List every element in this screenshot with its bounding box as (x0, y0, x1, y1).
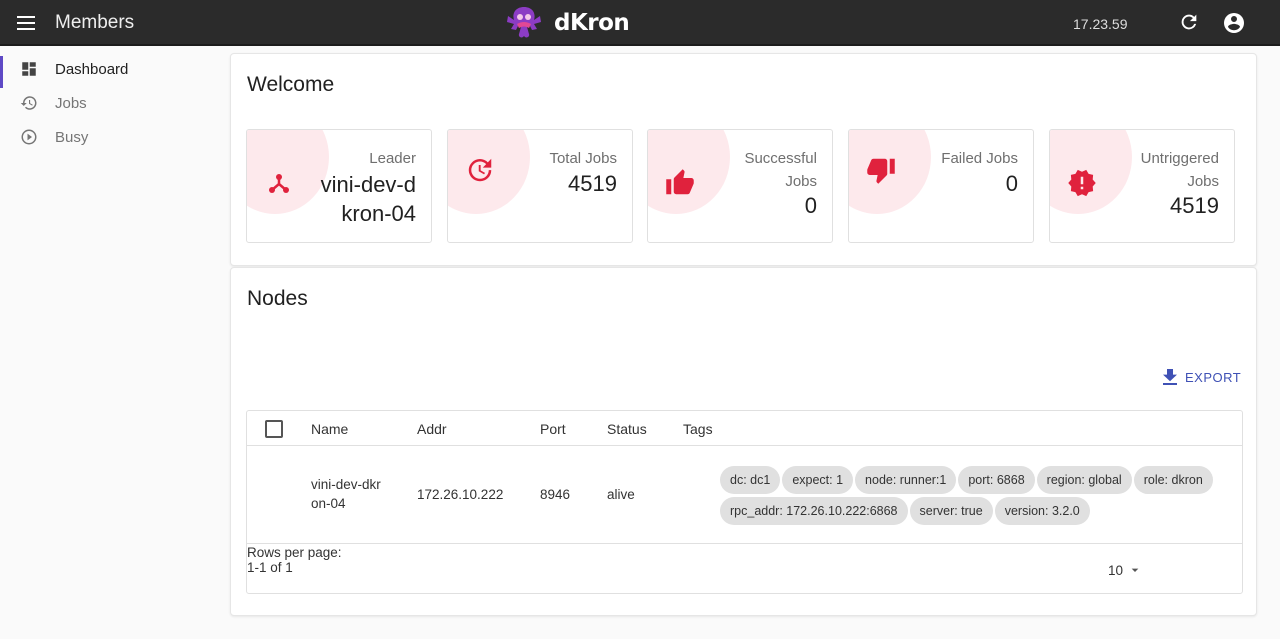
update-clock-icon (465, 155, 495, 185)
logo: dKron (504, 2, 630, 44)
tag-chip: dc: dc1 (720, 466, 781, 494)
stat-label: Failed Jobs (941, 150, 1018, 167)
logo-text: dKron (554, 10, 630, 36)
app-bar: Members dKron 17.23.59 (0, 0, 1280, 46)
pagination-range: 1-1 of 1 (247, 560, 293, 575)
welcome-title: Welcome (247, 73, 335, 96)
tag-chip: role: dkron (1133, 466, 1213, 494)
nodes-title: Nodes (247, 287, 308, 310)
tag-chip: region: global (1036, 466, 1132, 494)
stat-card-untriggered-jobs: Untriggered Jobs 4519 (1049, 129, 1235, 243)
stat-label: Successful Jobs (744, 150, 817, 190)
column-header-addr[interactable]: Addr (417, 421, 447, 437)
history-icon (20, 94, 38, 112)
column-header-port[interactable]: Port (540, 421, 566, 437)
dashboard-icon (20, 60, 38, 78)
dkron-octopus-icon (507, 7, 541, 38)
sidebar: Dashboard Jobs Busy (0, 48, 215, 154)
thumb-down-icon (866, 155, 896, 185)
node-status: alive (607, 487, 635, 502)
thumb-up-icon (665, 168, 695, 198)
tag-chip: node: runner:1 (855, 466, 957, 494)
node-tags: dc: dc1 expect: 1 node: runner:1 port: 6… (720, 466, 1235, 525)
download-icon (1163, 369, 1177, 385)
play-circle-icon (20, 128, 38, 146)
rows-per-page-select[interactable]: 10 (1108, 562, 1143, 578)
table-header: Name Addr Port Status Tags (247, 411, 1242, 446)
page-title: Members (55, 12, 135, 33)
hamburger-menu-icon[interactable] (14, 12, 38, 34)
nodes-panel: Nodes EXPORT Name Addr Port Status Tags … (230, 267, 1257, 616)
account-circle-icon[interactable] (1222, 11, 1244, 33)
leader-branch-icon (264, 168, 294, 198)
sidebar-item-label: Dashboard (55, 60, 129, 78)
node-port: 8946 (540, 487, 571, 502)
stat-value: 4519 (568, 171, 617, 196)
tag-chip: rpc_addr: 172.26.10.222:6868 (720, 497, 908, 525)
node-addr: 172.26.10.222 (417, 487, 504, 502)
stat-card-total-jobs: Total Jobs 4519 (447, 129, 633, 243)
select-all-checkbox[interactable] (265, 420, 283, 438)
tag-chip: server: true (909, 497, 993, 525)
tag-chip: expect: 1 (782, 466, 854, 494)
export-label: EXPORT (1185, 369, 1242, 385)
stat-label: Untriggered Jobs (1140, 150, 1219, 190)
sidebar-item-label: Busy (55, 128, 89, 146)
tag-chip: version: 3.2.0 (994, 497, 1090, 525)
stat-value: 0 (804, 193, 817, 218)
stat-label: Total Jobs (549, 150, 617, 167)
column-header-status[interactable]: Status (607, 421, 647, 437)
table-row[interactable]: vini-dev-dkron-04 172.26.10.222 8946 ali… (247, 447, 1242, 544)
rows-per-page-value: 10 (1108, 562, 1124, 578)
alert-badge-icon (1067, 168, 1097, 198)
tag-chip: port: 6868 (958, 466, 1035, 494)
sidebar-item-busy[interactable]: Busy (0, 120, 215, 154)
column-header-name[interactable]: Name (311, 421, 348, 437)
clock: 17.23.59 (1073, 16, 1128, 32)
sidebar-item-dashboard[interactable]: Dashboard (0, 52, 215, 88)
stat-card-leader: Leader vini-dev-dkron-04 (246, 129, 432, 243)
nodes-table: Name Addr Port Status Tags vini-dev-dkro… (246, 410, 1243, 594)
table-pagination: Rows per page: 10 1-1 of 1 (247, 545, 1242, 594)
stat-label: Leader (369, 150, 416, 167)
chevron-down-icon (1131, 568, 1139, 572)
stat-card-successful-jobs: Successful Jobs 0 (647, 129, 833, 243)
column-header-tags[interactable]: Tags (683, 421, 713, 437)
stat-value: 0 (1005, 171, 1018, 196)
rows-per-page-label: Rows per page: (247, 545, 342, 560)
sidebar-item-label: Jobs (55, 94, 87, 112)
refresh-icon[interactable] (1178, 11, 1200, 33)
welcome-panel: Welcome Leader vini-dev-dkron-04 Total J… (230, 53, 1257, 266)
sidebar-item-jobs[interactable]: Jobs (0, 86, 215, 120)
node-name: vini-dev-dkron-04 (311, 477, 381, 511)
stat-value: vini-dev-dkron-04 (320, 172, 416, 226)
stat-card-failed-jobs: Failed Jobs 0 (848, 129, 1034, 243)
export-button[interactable]: EXPORT (1163, 369, 1241, 385)
stat-value: 4519 (1170, 193, 1219, 218)
